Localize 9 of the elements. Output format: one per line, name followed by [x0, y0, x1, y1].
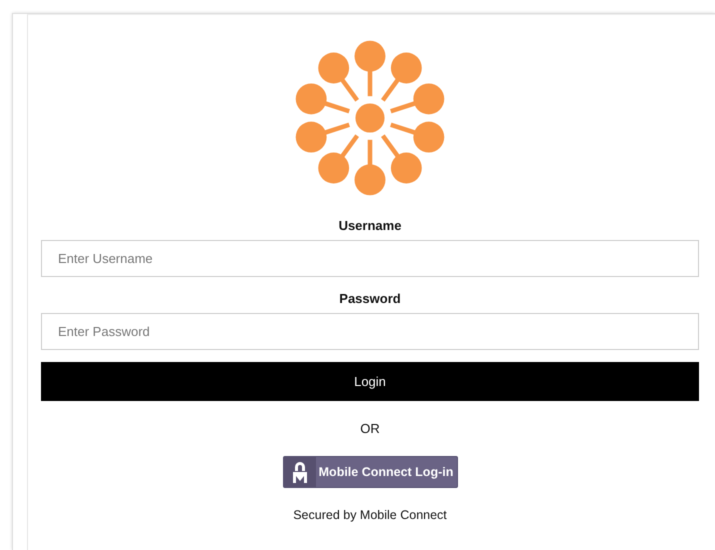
padlock-icon	[292, 461, 308, 483]
password-label: Password	[339, 291, 401, 307]
username-field[interactable]: Enter Username	[41, 240, 699, 277]
mobile-connect-button[interactable]: Mobile Connect Log-in	[282, 456, 458, 488]
secured-by-text: Secured by Mobile Connect	[293, 508, 447, 522]
password-field[interactable]: Enter Password	[41, 313, 699, 350]
or-separator: OR	[360, 421, 380, 436]
username-label: Username	[338, 218, 402, 234]
login-button[interactable]: Login	[41, 362, 699, 401]
